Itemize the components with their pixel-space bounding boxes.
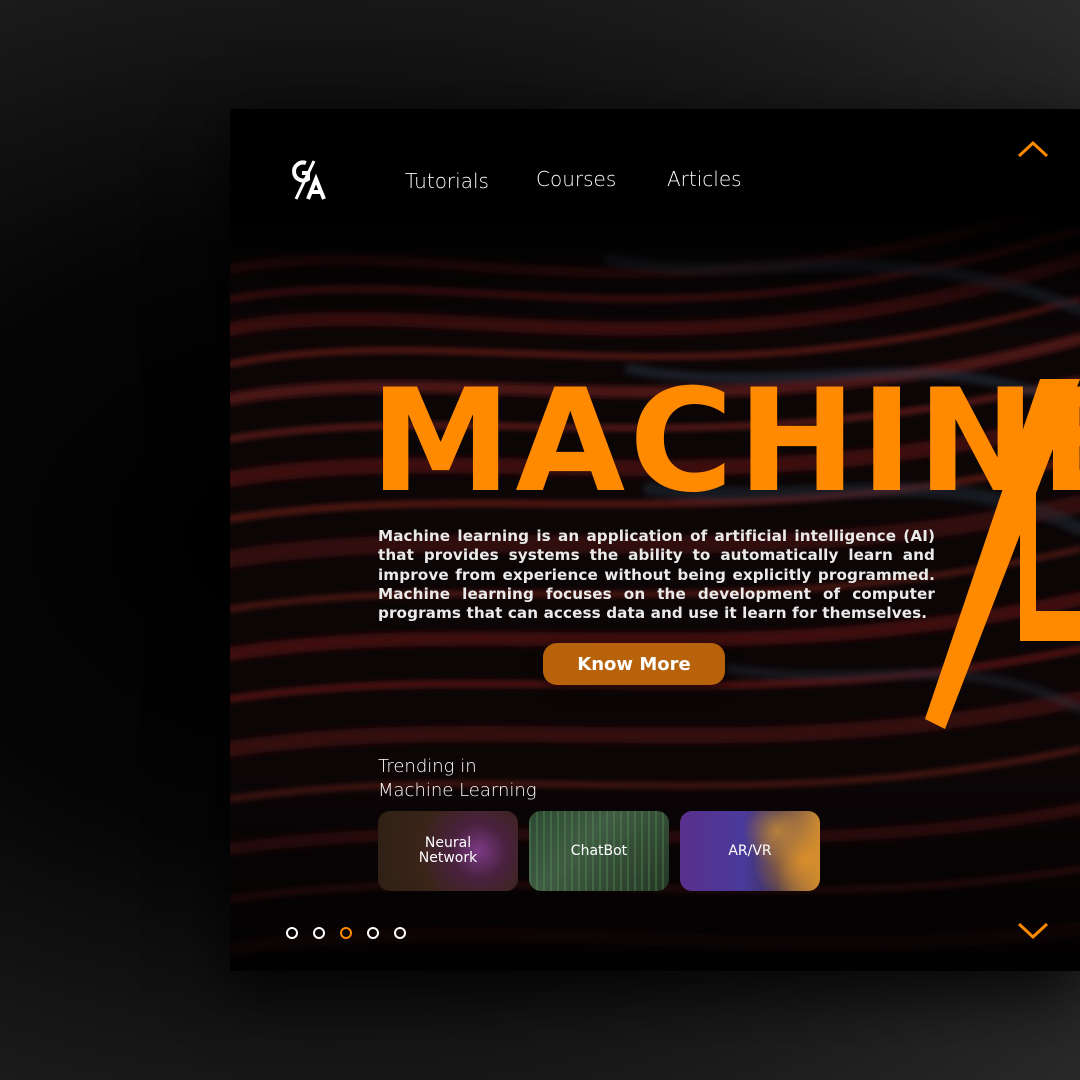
trending-heading: Trending in Machine Learning <box>378 755 537 803</box>
pagination-dot[interactable] <box>394 927 406 939</box>
know-more-button[interactable]: Know More <box>543 643 725 685</box>
trending-heading-line2: Machine Learning <box>378 780 537 801</box>
pagination-dots <box>286 927 406 939</box>
top-shade <box>230 109 1080 339</box>
trending-card-neural-network[interactable]: Neural Network <box>378 811 518 891</box>
trending-card-ar-vr[interactable]: AR/VR <box>680 811 820 891</box>
hero-description: Machine learning is an application of ar… <box>378 527 935 623</box>
trending-heading-line1: Trending in <box>378 756 477 777</box>
chevron-down-icon[interactable] <box>1016 921 1050 941</box>
pagination-dot[interactable] <box>313 927 325 939</box>
large-l-letter-graphic <box>925 379 1080 729</box>
nav-tutorials[interactable]: Tutorials <box>405 169 489 193</box>
nav-courses[interactable]: Courses <box>536 167 616 191</box>
landing-page-frame: Tutorials Courses Articles MACHINE Machi… <box>230 109 1080 971</box>
card-label: AR/VR <box>728 842 772 859</box>
pagination-dot[interactable] <box>367 927 379 939</box>
pagination-dot-active[interactable] <box>340 927 352 939</box>
card-label: Neural Network <box>418 835 478 866</box>
ga-logo-icon[interactable] <box>288 159 328 201</box>
trending-card-chatbot[interactable]: ChatBot <box>529 811 669 891</box>
pagination-dot[interactable] <box>286 927 298 939</box>
chevron-up-icon[interactable] <box>1016 139 1050 159</box>
card-label: ChatBot <box>570 842 628 859</box>
nav-articles[interactable]: Articles <box>667 167 742 191</box>
